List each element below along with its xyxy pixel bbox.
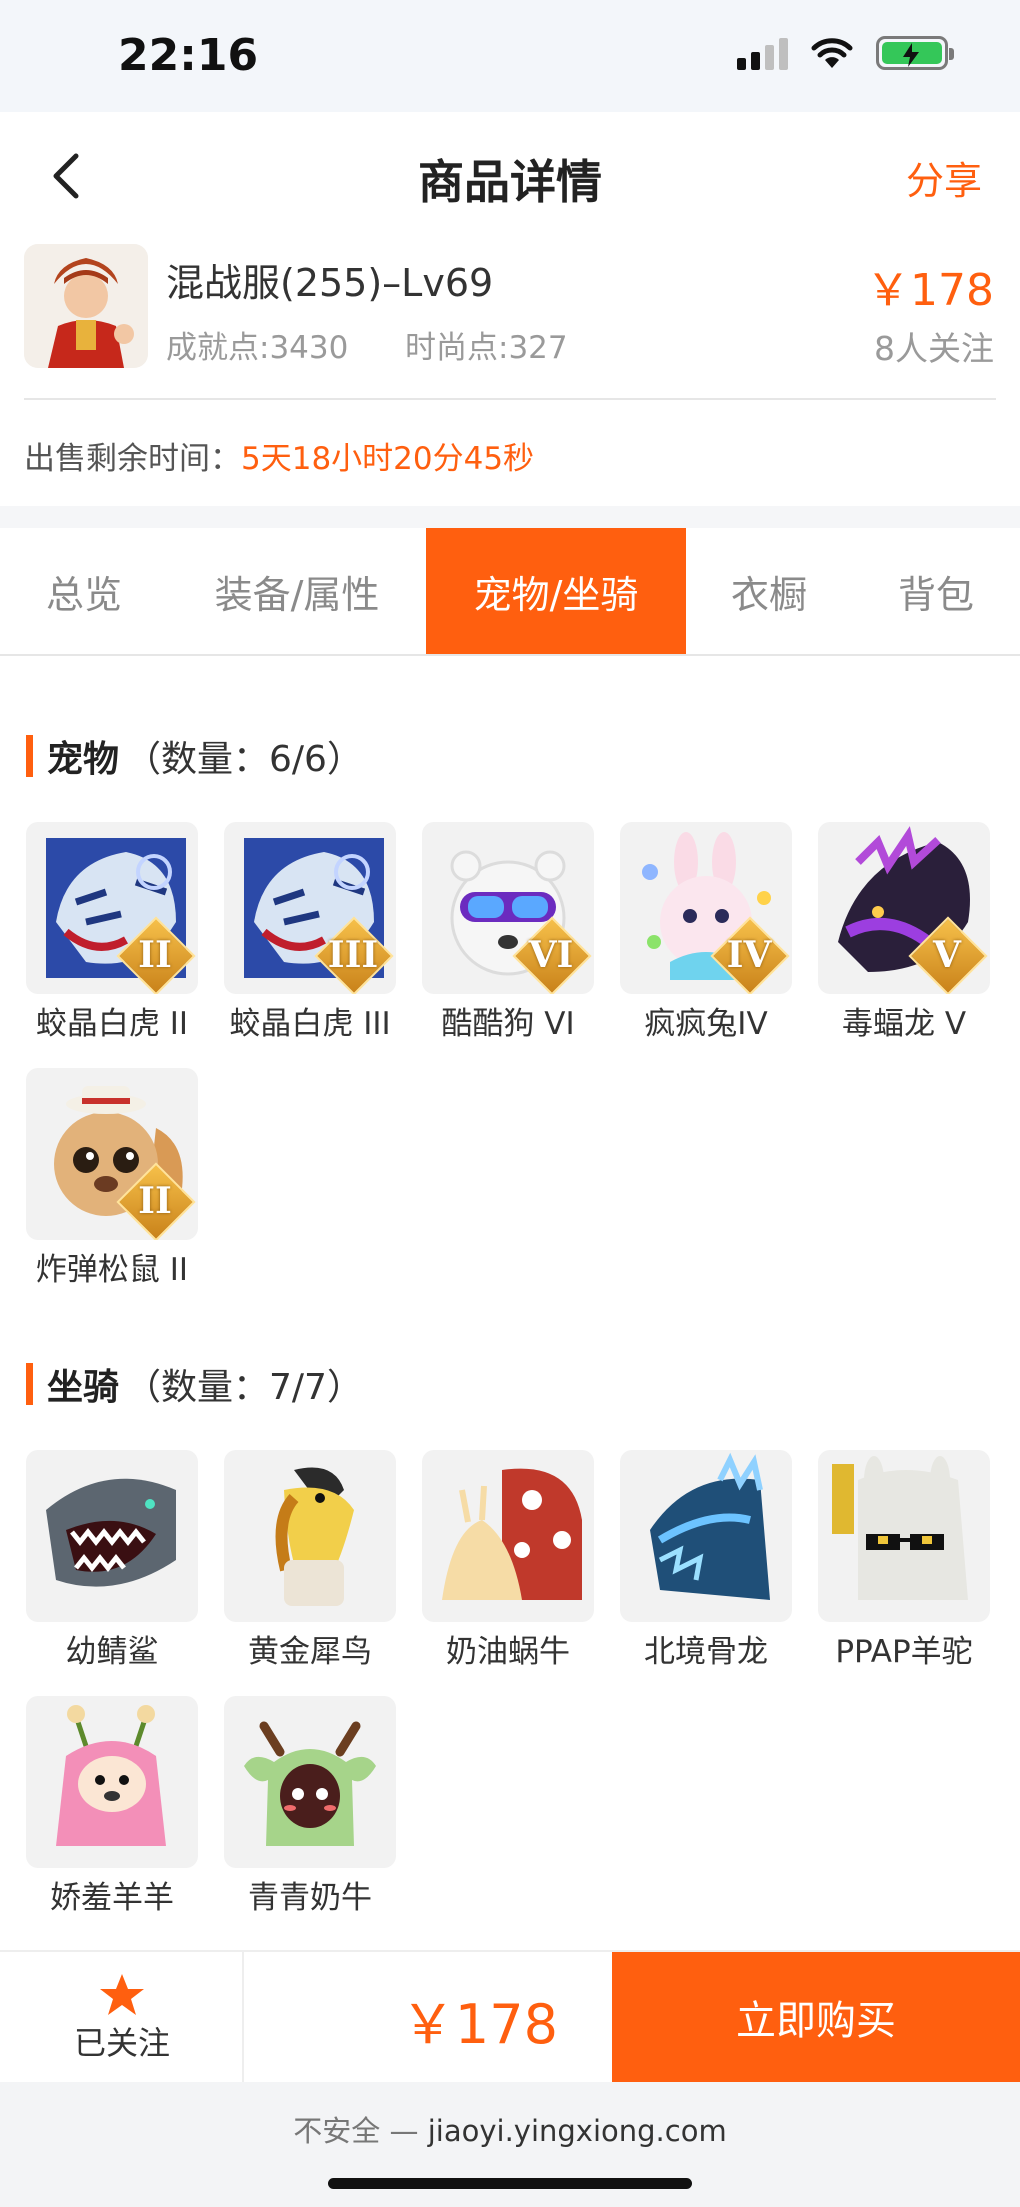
star-icon [98,1972,146,2022]
mount-thumbnail [26,1696,198,1868]
mount-thumbnail [224,1696,396,1868]
browser-url-bar[interactable]: 不安全 — jiaoyi.yingxiong.com [0,2082,1020,2207]
status-icons [737,36,954,70]
pet-grade: II [138,1180,172,1222]
pet-thumbnail: IV [620,822,792,994]
pet-item[interactable]: IV 疯疯兔IV [620,822,792,1052]
home-indicator[interactable] [328,2178,692,2189]
mount-item[interactable]: 娇羞羊羊 [26,1696,198,1926]
bottom-action-bar: 已关注 ￥178 立即购买 [0,1950,1020,2082]
pets-section-header: 宠物 （数量：6/6） [26,730,363,782]
pet-name: 酷酷狗 VI [441,1006,575,1042]
mount-thumbnail [422,1450,594,1622]
mount-item[interactable]: 奶油蜗牛 [422,1450,594,1680]
tab-bar: 总览 装备/属性 宠物/坐骑 衣橱 背包 [0,528,1020,656]
pet-grade: V [933,934,961,976]
follow-label: 已关注 [73,2024,170,2062]
status-time: 22:16 [118,30,259,81]
pets-count: （数量：6/6） [125,739,363,780]
page-title: 商品详情 [418,155,602,209]
mount-thumbnail [620,1450,792,1622]
mount-thumbnail [26,1450,198,1622]
mount-item[interactable]: 青青奶牛 [224,1696,396,1926]
mount-thumbnail [224,1450,396,1622]
follow-button[interactable]: 已关注 [0,1952,244,2082]
wifi-icon [810,36,854,70]
tab-pets-mounts[interactable]: 宠物/坐骑 [426,528,686,654]
pet-grade: IV [726,934,772,976]
battery-icon [876,36,954,70]
tab-overview[interactable]: 总览 [0,528,168,654]
mount-name: 黄金犀鸟 [248,1634,372,1670]
remaining-time-label: 出售剩余时间： [24,441,241,477]
pet-name: 蛟晶白虎 II [35,1006,189,1042]
url-domain: jiaoyi.yingxiong.com [427,2114,727,2148]
mount-name: PPAP羊驼 [835,1634,973,1670]
pet-item[interactable]: V 毒蝠龙 V [818,822,990,1052]
pet-thumbnail: III [224,822,396,994]
remaining-time-value: 5天18小时20分45秒 [241,441,535,477]
product-title: 混战服(255)–Lv69 [166,261,494,305]
pet-item[interactable]: II 蛟晶白虎 II [26,822,198,1052]
nav-bar: 商品详情 分享 [0,112,1020,240]
tab-wardrobe[interactable]: 衣橱 [686,528,852,654]
pet-thumbnail: II [26,1068,198,1240]
achievement-points: 成就点:3430 [166,330,349,366]
url-text: 不安全 — jiaoyi.yingxiong.com [0,2108,1020,2150]
mount-item[interactable]: 幼鲭鲨 [26,1450,198,1680]
pet-item[interactable]: VI 酷酷狗 VI [422,822,594,1052]
insecure-label: 不安全 — [293,2114,428,2148]
mounts-title: 坐骑 [47,1367,120,1408]
divider [24,398,996,400]
product-header: 混战服(255)–Lv69 成就点:3430 时尚点:327 ￥178 8人关注 [0,240,1020,400]
mount-name: 奶油蜗牛 [446,1634,570,1670]
pet-name: 毒蝠龙 V [841,1006,967,1042]
mount-item[interactable]: 黄金犀鸟 [224,1450,396,1680]
pet-grade: VI [528,934,574,976]
status-bar: 22:16 [0,0,1020,112]
cellular-signal-icon [737,36,788,70]
pets-title: 宠物 [47,739,120,780]
share-button[interactable]: 分享 [906,150,982,205]
product-price: ￥178 [866,265,994,316]
pet-grade: II [138,934,172,976]
follower-count: 8人关注 [874,329,994,368]
fashion-points: 时尚点:327 [405,330,568,366]
pet-name: 疯疯兔IV [644,1006,768,1042]
tab-equipment[interactable]: 装备/属性 [168,528,426,654]
mount-item[interactable]: PPAP羊驼 [818,1450,990,1680]
mount-name: 幼鲭鲨 [65,1634,159,1670]
mount-name: 北境骨龙 [644,1634,768,1670]
tab-backpack[interactable]: 背包 [852,528,1020,654]
mount-name: 青青奶牛 [248,1880,372,1916]
remaining-time: 出售剩余时间：5天18小时20分45秒 [24,433,534,478]
pet-thumbnail: VI [422,822,594,994]
section-gap [0,506,1020,528]
pet-thumbnail: II [26,822,198,994]
pet-thumbnail: V [818,822,990,994]
mount-name: 娇羞羊羊 [50,1880,174,1916]
mounts-count: （数量：7/7） [125,1367,363,1408]
mount-thumbnail [818,1450,990,1622]
pet-name: 炸弹松鼠 II [35,1252,189,1288]
pet-name: 蛟晶白虎 III [229,1006,391,1042]
mount-item[interactable]: 北境骨龙 [620,1450,792,1680]
mounts-section-header: 坐骑 （数量：7/7） [26,1358,363,1410]
pet-item[interactable]: II 炸弹松鼠 II [26,1068,198,1298]
section-accent-bar [26,735,33,777]
pet-grade: III [327,934,379,976]
section-accent-bar [26,1363,33,1405]
character-avatar [24,244,148,368]
total-price: ￥178 [400,1993,558,2056]
buy-now-button[interactable]: 立即购买 [612,1952,1020,2082]
pet-item[interactable]: III 蛟晶白虎 III [224,822,396,1052]
